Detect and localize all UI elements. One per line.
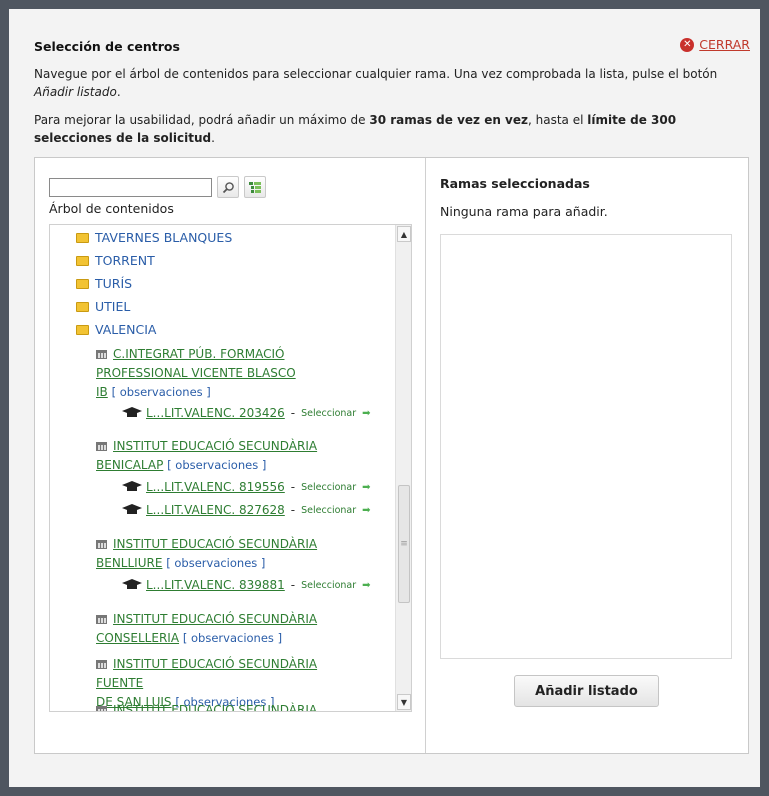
tree-folder[interactable]: TURÍS (76, 276, 132, 291)
center-item: INSTITUT EDUCACIÓ SECUNDÀRIA BENLLIURE [… (96, 537, 318, 570)
tree-scrollbar[interactable]: ▲ ≡ ▼ (395, 225, 411, 711)
folder-icon (76, 324, 89, 335)
arrow-right-icon[interactable]: ➡ (362, 482, 370, 493)
observations-link[interactable]: [ observaciones ] (167, 458, 266, 472)
center-item: INSTITUT EDUCACIÓ SECUNDÀRIA JOANOT (96, 701, 366, 711)
selection-dialog: Selección de centros ✕ CERRAR Navegue po… (9, 9, 760, 787)
course-item: L...LIT.VALENC. 819556 - Seleccionar ➡ (121, 480, 371, 494)
selection-panel: Árbol de contenidos TAVERNES BLANQUES TO… (34, 157, 749, 754)
tree-folder-valencia[interactable]: VALENCIA (76, 322, 156, 337)
building-icon (96, 660, 107, 669)
arrow-right-icon[interactable]: ➡ (362, 505, 370, 516)
folder-icon (76, 232, 89, 243)
center-item: INSTITUT EDUCACIÓ SECUNDÀRIA BENICALAP [… (96, 439, 318, 472)
close-circle-icon[interactable]: ✕ (680, 37, 695, 52)
tree-search-row (49, 176, 266, 198)
arrow-right-icon[interactable]: ➡ (362, 580, 370, 591)
graduation-cap-icon (122, 481, 142, 491)
scroll-thumb[interactable]: ≡ (398, 485, 410, 603)
folder-icon (76, 255, 89, 266)
dialog-title: Selección de centros (34, 39, 180, 54)
tree-label: Árbol de contenidos (49, 201, 174, 216)
center-item: INSTITUT EDUCACIÓ SECUNDÀRIA CONSELLERIA… (96, 612, 318, 645)
graduation-cap-icon (122, 407, 142, 417)
observations-link[interactable]: [ observaciones ] (112, 385, 211, 399)
tree-expand-icon (249, 181, 261, 193)
selected-list-box (440, 234, 732, 659)
tree-toggle-button[interactable] (244, 176, 266, 198)
select-link[interactable]: Seleccionar (301, 408, 356, 419)
tree-folder[interactable]: TORRENT (76, 253, 155, 268)
graduation-cap-icon (122, 504, 142, 514)
course-item: L...LIT.VALENC. 839881 - Seleccionar ➡ (121, 578, 371, 592)
search-button[interactable] (217, 176, 239, 198)
building-icon (96, 442, 107, 451)
tree-folder[interactable]: UTIEL (76, 299, 130, 314)
intro-text: Navegue por el árbol de contenidos para … (34, 67, 718, 99)
tree-folder[interactable]: TAVERNES BLANQUES (76, 230, 232, 245)
observations-link[interactable]: [ observaciones ] (183, 631, 282, 645)
folder-icon (76, 278, 89, 289)
tree-content: TAVERNES BLANQUES TORRENT TURÍS UTIEL VA… (50, 225, 395, 711)
scroll-down-button[interactable]: ▼ (397, 694, 411, 710)
folder-icon (76, 301, 89, 312)
course-item: L...LIT.VALENC. 827628 - Seleccionar ➡ (121, 503, 371, 517)
selected-empty-text: Ninguna rama para añadir. (440, 204, 608, 219)
selected-title: Ramas seleccionadas (440, 176, 590, 191)
close-button[interactable]: ✕ CERRAR (680, 37, 750, 52)
building-icon (96, 540, 107, 549)
building-icon (96, 615, 107, 624)
graduation-cap-icon (122, 579, 142, 589)
limit-text: Para mejorar la usabilidad, podrá añadir… (34, 113, 677, 145)
course-item: L...LIT.VALENC. 203426 - Seleccionar ➡ (121, 406, 371, 420)
tree-search-input[interactable] (49, 177, 212, 197)
select-link[interactable]: Seleccionar (301, 482, 356, 493)
content-tree[interactable]: TAVERNES BLANQUES TORRENT TURÍS UTIEL VA… (49, 224, 412, 712)
observations-link[interactable]: [ observaciones ] (166, 556, 265, 570)
select-link[interactable]: Seleccionar (301, 580, 356, 591)
scroll-up-button[interactable]: ▲ (397, 226, 411, 242)
center-item: C.INTEGRAT PÚB. FORMACIÓ PROFESSIONAL VI… (96, 347, 296, 399)
panel-divider (425, 158, 426, 753)
add-list-button[interactable]: Añadir listado (514, 675, 659, 707)
building-icon (96, 350, 107, 359)
arrow-right-icon[interactable]: ➡ (362, 408, 370, 419)
magnifier-icon (222, 181, 234, 193)
select-link[interactable]: Seleccionar (301, 505, 356, 516)
building-icon (96, 706, 107, 711)
close-label[interactable]: CERRAR (699, 37, 750, 52)
